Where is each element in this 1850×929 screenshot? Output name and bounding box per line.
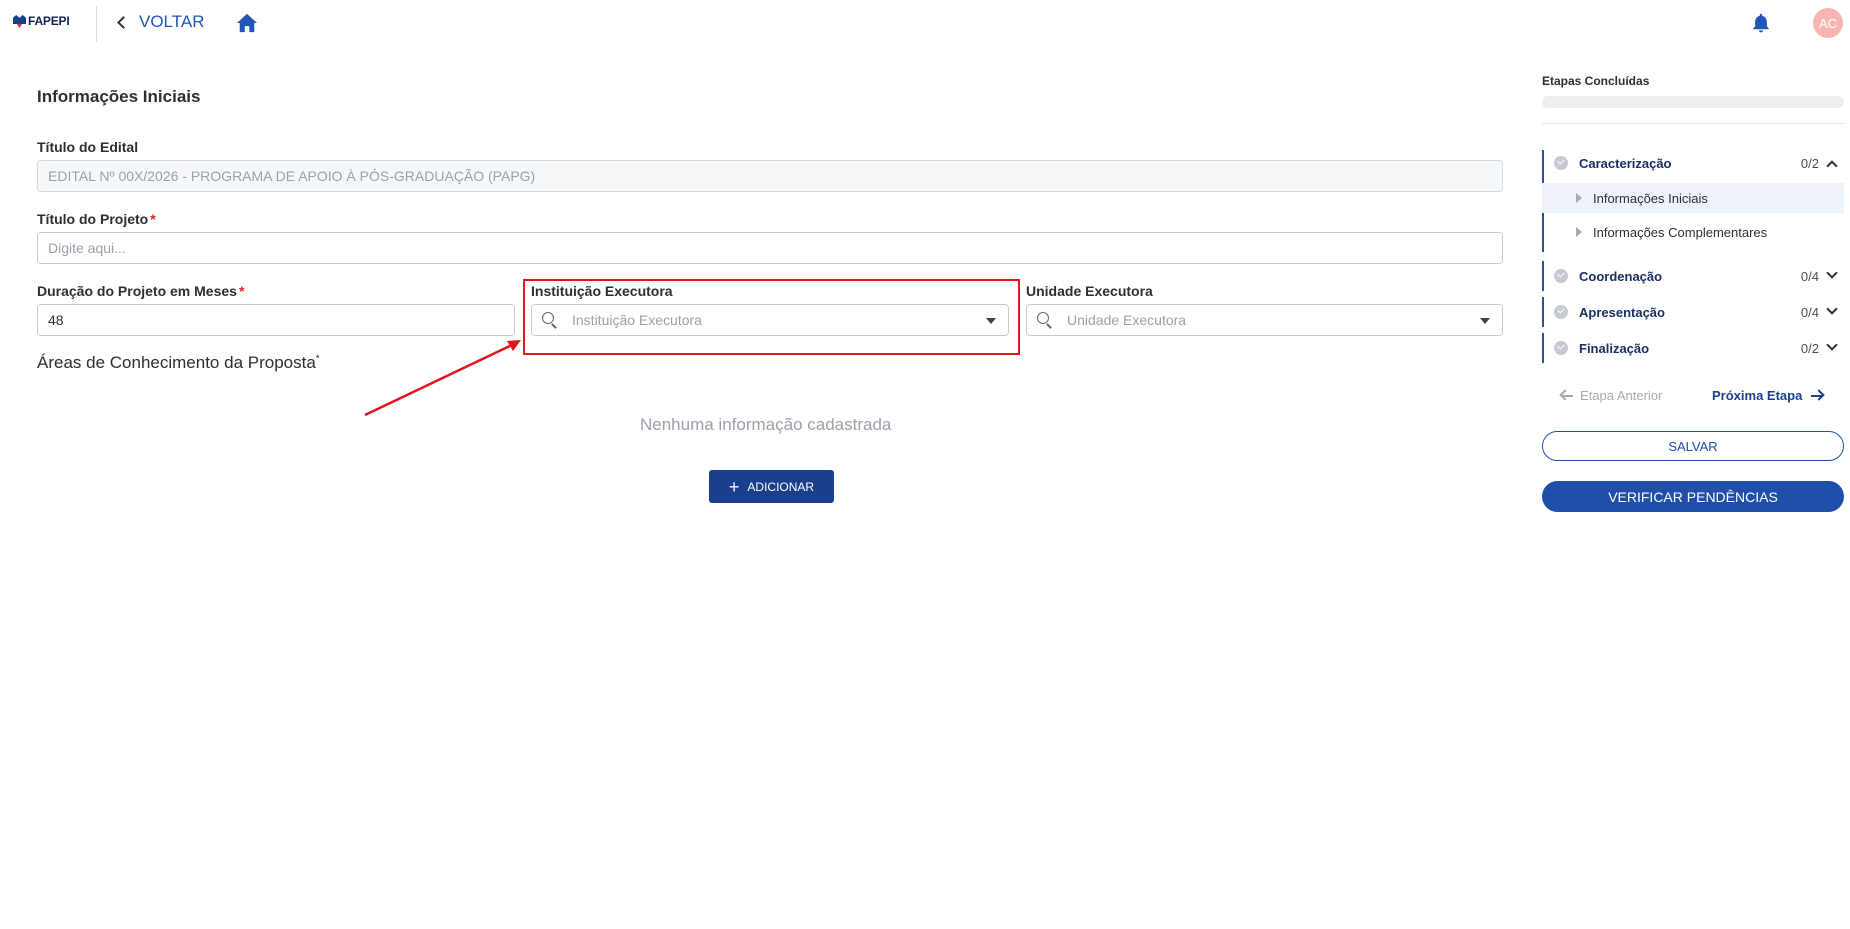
substep-name: Informações Complementares (1593, 224, 1768, 240)
add-area-button[interactable]: + ADICIONAR (709, 470, 834, 503)
unidade-placeholder: Unidade Executora (1067, 312, 1187, 328)
avatar[interactable]: AC (1813, 8, 1843, 38)
projeto-label-text: Título do Projeto (37, 211, 149, 227)
check-circle-icon (1554, 156, 1568, 170)
back-label: VOLTAR (139, 12, 205, 31)
step-finalizacao[interactable]: Finalização 0/2 (1542, 333, 1844, 363)
chevron-left-icon (115, 15, 129, 29)
check-circle-icon (1554, 269, 1568, 283)
caret-right-icon (1576, 227, 1582, 237)
page-title: Informações Iniciais (37, 87, 201, 106)
chevron-up-icon[interactable] (1826, 160, 1838, 172)
fapepi-logo[interactable]: FAPEPI (13, 14, 70, 28)
duracao-label: Duração do Projeto em Meses * (37, 283, 244, 299)
unidade-label: Unidade Executora (1026, 283, 1153, 299)
duracao-input[interactable]: 48 (37, 304, 515, 336)
home-icon[interactable] (236, 13, 258, 33)
projeto-label: Título do Projeto * (37, 211, 156, 227)
step-caracterizacao[interactable]: Caracterização 0/2 (1542, 148, 1844, 178)
back-button[interactable]: VOLTAR (115, 12, 205, 32)
next-step-button[interactable]: Próxima Etapa (1712, 388, 1824, 403)
areas-title-text: Áreas de Conhecimento da Proposta (37, 353, 316, 372)
add-button-label: ADICIONAR (747, 479, 815, 494)
previous-step-button[interactable]: Etapa Anterior (1560, 388, 1662, 403)
substep-informacoes-iniciais[interactable]: Informações Iniciais (1542, 183, 1844, 213)
verify-pending-button[interactable]: VERIFICAR PENDÊNCIAS (1542, 481, 1844, 512)
progress-bar (1542, 96, 1844, 108)
substep-name: Informações Iniciais (1593, 190, 1708, 206)
caret-down-icon[interactable] (1480, 318, 1490, 324)
empty-message: Nenhuma informação cadastrada (640, 415, 892, 434)
areas-title: Áreas de Conhecimento da Proposta* (37, 353, 320, 373)
edital-label: Título do Edital (37, 139, 138, 155)
projeto-placeholder: Digite aqui... (48, 240, 126, 256)
edital-label-text: Título do Edital (37, 139, 139, 155)
previous-step-label: Etapa Anterior (1580, 388, 1663, 403)
projeto-title-input[interactable]: Digite aqui... (37, 232, 1503, 264)
plus-icon: + (728, 476, 740, 497)
step-name: Caracterização (1579, 155, 1672, 171)
highlight-annotation-box (523, 279, 1020, 355)
unidade-select[interactable]: Unidade Executora (1026, 304, 1503, 336)
next-step-label: Próxima Etapa (1712, 388, 1803, 403)
check-circle-icon (1554, 341, 1568, 355)
step-bar (1542, 297, 1544, 327)
step-name: Finalização (1579, 340, 1650, 356)
step-count: 0/2 (1800, 155, 1819, 171)
arrow-right-icon (1810, 390, 1824, 402)
step-count: 0/4 (1800, 268, 1819, 284)
caret-right-icon (1576, 193, 1582, 203)
required-mark: * (238, 283, 245, 299)
chevron-down-icon[interactable] (1826, 339, 1838, 351)
step-count: 0/4 (1800, 304, 1819, 320)
step-bar (1542, 261, 1544, 291)
logo-mark-icon (13, 15, 26, 27)
top-divider (96, 6, 97, 42)
duracao-value: 48 (48, 312, 64, 328)
step-apresentacao[interactable]: Apresentação 0/4 (1542, 297, 1844, 327)
duracao-label-text: Duração do Projeto em Meses (37, 283, 237, 299)
annotation-arrow (364, 340, 521, 417)
unidade-label-text: Unidade Executora (1026, 283, 1153, 299)
save-button[interactable]: SALVAR (1542, 431, 1844, 461)
chevron-down-icon[interactable] (1826, 303, 1838, 315)
substep-informacoes-complementares[interactable]: Informações Complementares (1542, 217, 1844, 247)
required-mark: * (315, 353, 320, 365)
step-bar (1542, 333, 1544, 363)
step-name: Apresentação (1579, 304, 1665, 320)
progress-title: Etapas Concluídas (1542, 74, 1650, 88)
edital-value: EDITAL Nº 00X/2026 - PROGRAMA DE APOIO À… (48, 168, 536, 184)
search-icon (1037, 312, 1053, 328)
step-count: 0/2 (1800, 340, 1819, 356)
required-mark: * (150, 211, 156, 227)
step-coordenacao[interactable]: Coordenação 0/4 (1542, 261, 1844, 291)
top-bar: FAPEPI VOLTAR AC (0, 0, 1850, 46)
logo-text: FAPEPI (28, 14, 70, 28)
chevron-down-icon[interactable] (1826, 267, 1838, 279)
step-name: Coordenação (1579, 268, 1663, 284)
sidebar-divider (1542, 123, 1844, 124)
arrow-left-icon (1560, 390, 1574, 402)
check-circle-icon (1554, 305, 1568, 319)
edital-field: EDITAL Nº 00X/2026 - PROGRAMA DE APOIO À… (37, 160, 1503, 192)
bell-icon[interactable] (1750, 12, 1772, 34)
